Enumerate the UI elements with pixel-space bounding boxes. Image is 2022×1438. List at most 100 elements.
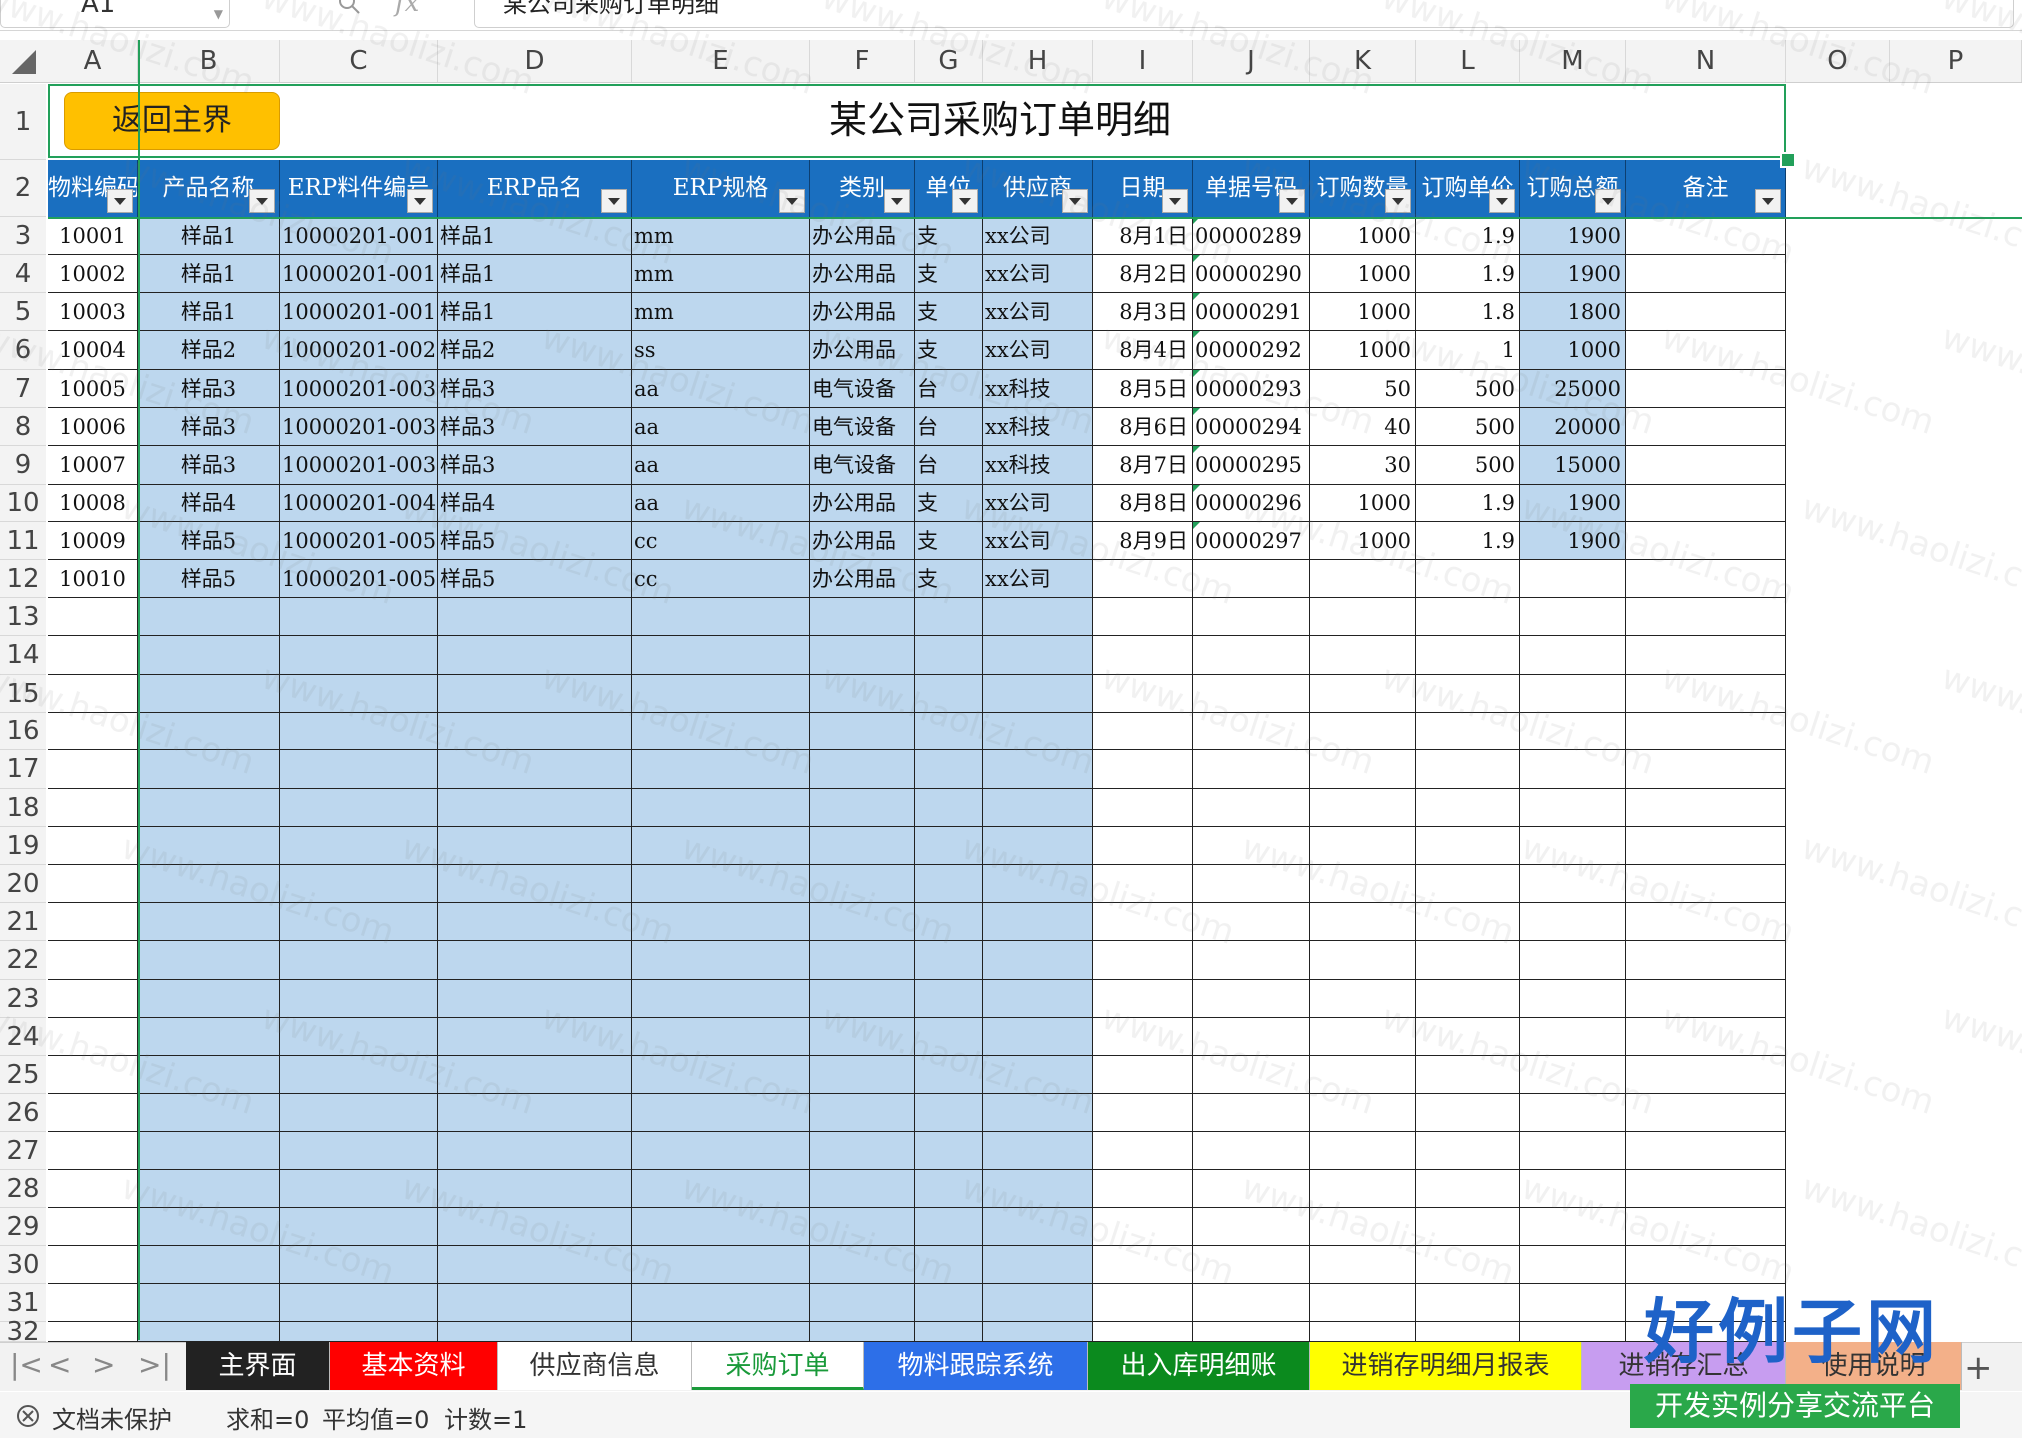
sheet-tab-4[interactable]: 采购订单 <box>692 1342 864 1390</box>
table-cell[interactable]: 00000289 <box>1193 217 1310 255</box>
table-cell[interactable]: 1800 <box>1520 293 1626 331</box>
table-cell[interactable] <box>632 1094 810 1132</box>
table-cell[interactable] <box>1093 1170 1193 1208</box>
table-cell[interactable]: 10000201-005 <box>280 522 438 560</box>
table-cell[interactable] <box>1520 560 1626 598</box>
table-cell[interactable]: 办公用品 <box>810 560 915 598</box>
table-cell[interactable] <box>138 980 280 1018</box>
table-cell[interactable] <box>1626 1132 1786 1170</box>
table-cell[interactable]: mm <box>632 217 810 255</box>
table-cell[interactable] <box>1520 1170 1626 1208</box>
table-cell[interactable] <box>138 1322 280 1342</box>
table-cell[interactable]: 样品5 <box>138 522 280 560</box>
table-cell[interactable]: 8月4日 <box>1093 331 1193 370</box>
row-header-1[interactable]: 1 <box>0 84 46 160</box>
filter-dropdown-icon[interactable] <box>1062 189 1088 213</box>
table-cell[interactable] <box>1416 827 1520 865</box>
table-cell[interactable] <box>810 941 915 980</box>
table-cell[interactable] <box>1626 1208 1786 1246</box>
table-cell[interactable] <box>632 827 810 865</box>
table-cell[interactable]: 1900 <box>1520 217 1626 255</box>
table-cell[interactable] <box>1626 827 1786 865</box>
table-cell[interactable] <box>1193 980 1310 1018</box>
table-cell[interactable]: 办公用品 <box>810 217 915 255</box>
table-cell[interactable] <box>1520 636 1626 675</box>
table-cell[interactable] <box>1310 1094 1416 1132</box>
table-cell[interactable] <box>1626 789 1786 827</box>
table-cell[interactable] <box>438 941 632 980</box>
table-cell[interactable] <box>1093 827 1193 865</box>
table-cell[interactable] <box>810 598 915 636</box>
table-cell[interactable] <box>280 1246 438 1284</box>
table-cell[interactable] <box>1626 865 1786 903</box>
table-cell[interactable] <box>915 789 983 827</box>
row-header-18[interactable]: 18 <box>0 789 46 827</box>
table-cell[interactable] <box>1193 1170 1310 1208</box>
table-cell[interactable] <box>810 903 915 941</box>
table-cell[interactable]: xx公司 <box>983 293 1093 331</box>
table-cell[interactable] <box>1193 1094 1310 1132</box>
table-cell[interactable] <box>138 1056 280 1094</box>
table-cell[interactable] <box>280 1018 438 1056</box>
table-cell[interactable] <box>48 1094 138 1132</box>
table-cell[interactable] <box>1626 446 1786 485</box>
table-cell[interactable]: 台 <box>915 446 983 485</box>
table-cell[interactable]: 40 <box>1310 408 1416 446</box>
table-cell[interactable] <box>632 903 810 941</box>
row-header-30[interactable]: 30 <box>0 1246 46 1284</box>
table-cell[interactable]: 1000 <box>1310 485 1416 522</box>
table-cell[interactable]: 1000 <box>1310 293 1416 331</box>
table-cell[interactable] <box>1093 941 1193 980</box>
add-sheet-button[interactable]: + <box>1964 1348 1993 1388</box>
table-cell[interactable]: 00000294 <box>1193 408 1310 446</box>
table-cell[interactable] <box>983 713 1093 750</box>
table-cell[interactable]: xx科技 <box>983 446 1093 485</box>
table-cell[interactable] <box>915 1284 983 1322</box>
table-cell[interactable]: 样品1 <box>438 217 632 255</box>
table-cell[interactable] <box>915 713 983 750</box>
table-cell[interactable] <box>1626 1056 1786 1094</box>
table-cell[interactable] <box>138 1094 280 1132</box>
table-cell[interactable] <box>1093 1018 1193 1056</box>
table-cell[interactable] <box>1626 293 1786 331</box>
table-cell[interactable] <box>1093 636 1193 675</box>
table-cell[interactable] <box>983 1056 1093 1094</box>
column-header-C[interactable]: C <box>280 40 438 82</box>
table-cell[interactable] <box>138 827 280 865</box>
table-cell[interactable] <box>1520 713 1626 750</box>
table-cell[interactable]: 样品1 <box>138 255 280 293</box>
row-header-9[interactable]: 9 <box>0 446 46 485</box>
table-cell[interactable] <box>1193 560 1310 598</box>
table-cell[interactable]: 15000 <box>1520 446 1626 485</box>
table-cell[interactable]: 电气设备 <box>810 370 915 408</box>
table-cell[interactable]: xx公司 <box>983 522 1093 560</box>
table-cell[interactable] <box>1093 789 1193 827</box>
table-cell[interactable] <box>810 1132 915 1170</box>
table-cell[interactable] <box>983 1284 1093 1322</box>
table-cell[interactable] <box>983 636 1093 675</box>
table-cell[interactable] <box>138 1208 280 1246</box>
table-cell[interactable]: 样品3 <box>138 370 280 408</box>
table-cell[interactable] <box>438 1132 632 1170</box>
table-cell[interactable] <box>280 713 438 750</box>
table-cell[interactable] <box>983 980 1093 1018</box>
table-cell[interactable]: 样品5 <box>138 560 280 598</box>
table-cell[interactable]: 00000296 <box>1193 485 1310 522</box>
table-cell[interactable]: 20000 <box>1520 408 1626 446</box>
table-cell[interactable] <box>1416 980 1520 1018</box>
row-header-11[interactable]: 11 <box>0 522 46 560</box>
table-cell[interactable] <box>48 750 138 789</box>
filter-dropdown-icon[interactable] <box>779 189 805 213</box>
table-cell[interactable] <box>1193 675 1310 713</box>
function-icon[interactable]: fx <box>395 0 419 18</box>
table-cell[interactable] <box>1093 598 1193 636</box>
row-header-5[interactable]: 5 <box>0 293 46 331</box>
table-cell[interactable] <box>438 903 632 941</box>
table-cell[interactable] <box>1093 713 1193 750</box>
table-cell[interactable]: 1.9 <box>1416 255 1520 293</box>
table-cell[interactable]: 10001 <box>48 217 138 255</box>
column-header-D[interactable]: D <box>438 40 632 82</box>
table-cell[interactable] <box>915 1056 983 1094</box>
table-cell[interactable] <box>1193 903 1310 941</box>
filter-dropdown-icon[interactable] <box>1489 189 1515 213</box>
